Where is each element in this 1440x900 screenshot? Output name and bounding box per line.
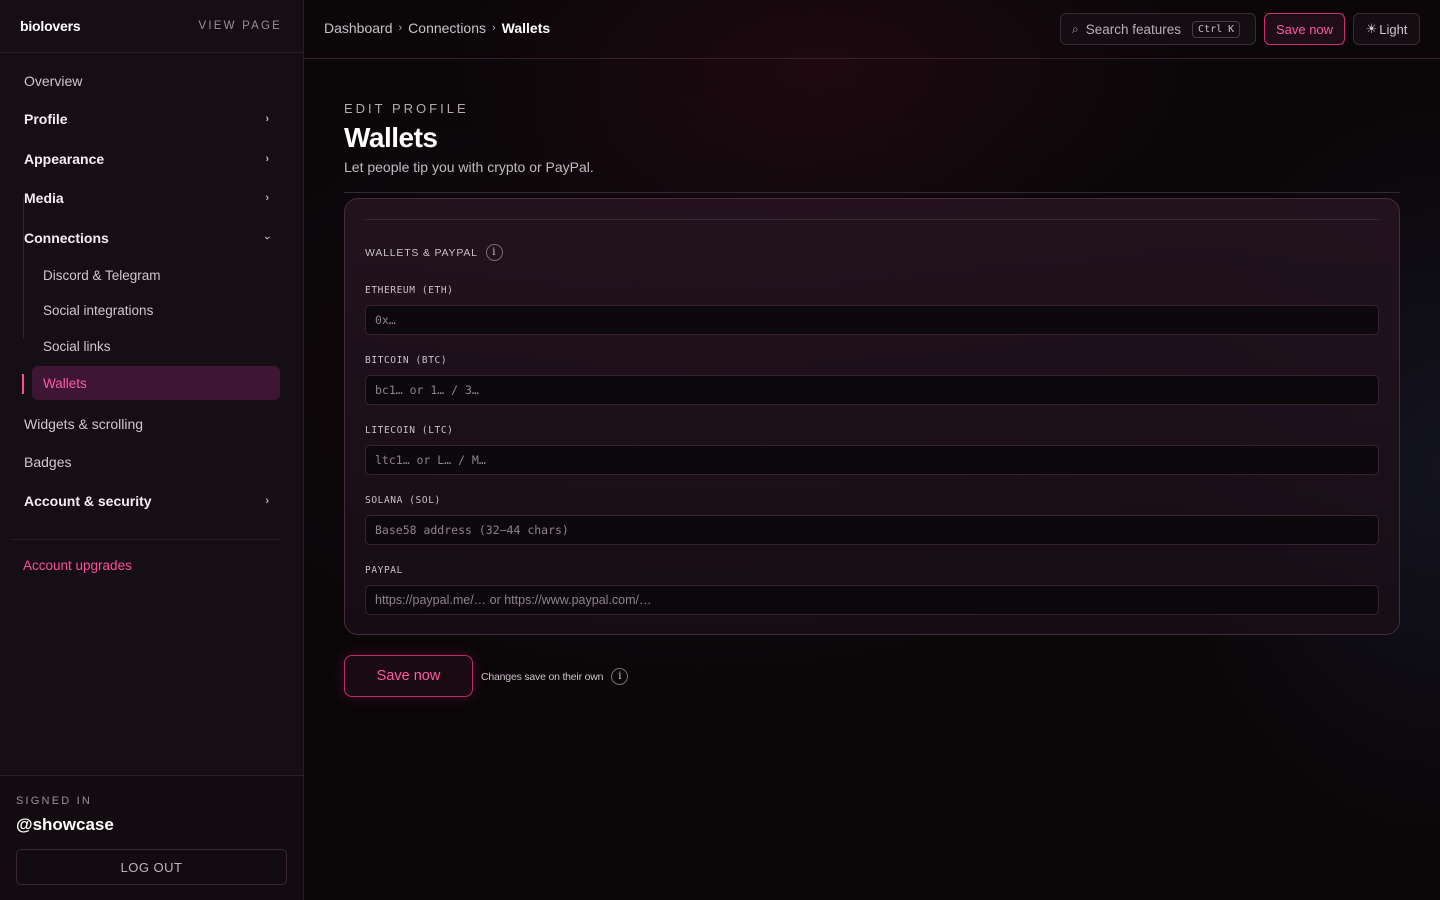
sidebar-footer: SIGNED IN @showcase LOG OUT <box>0 775 303 900</box>
breadcrumb-connections[interactable]: Connections <box>408 20 486 36</box>
info-icon[interactable]: i <box>485 244 503 261</box>
search-icon: ⌕ <box>1072 21 1079 36</box>
section-title: WALLETS & PAYPAL <box>365 246 478 259</box>
btc-label: BITCOIN (BTC) <box>365 355 448 366</box>
sidebar-item-account-security[interactable]: Account & security › <box>24 485 279 517</box>
paypal-url-input[interactable] <box>365 585 1379 615</box>
sidebar-item-label: Badges <box>24 454 72 470</box>
breadcrumb: Dashboard › Connections › Wallets <box>324 20 550 36</box>
search-label: Search features <box>1085 21 1182 37</box>
chevron-right-icon: › <box>265 153 269 165</box>
keyboard-shortcut-badge: Ctrl K <box>1192 20 1241 38</box>
chevron-right-icon: › <box>265 192 269 204</box>
eth-address-input[interactable] <box>365 305 1379 335</box>
save-now-button[interactable]: Save now <box>344 655 473 697</box>
header-divider <box>344 192 1400 193</box>
sidebar-subitem-label: Discord & Telegram <box>43 267 161 283</box>
ltc-label: LITECOIN (LTC) <box>365 425 454 436</box>
view-page-link[interactable]: VIEW PAGE <box>199 20 283 32</box>
wallets-card: WALLETS & PAYPAL i ETHEREUM (ETH) BITCOI… <box>344 198 1400 635</box>
sidebar-item-label: Profile <box>24 111 68 127</box>
sidebar-item-connections[interactable]: Connections › <box>24 222 279 254</box>
info-icon[interactable]: i <box>611 668 629 685</box>
page-title: Wallets <box>344 122 438 153</box>
sidebar-item-badges[interactable]: Badges <box>24 446 279 478</box>
sidebar-item-label: Widgets & scrolling <box>24 416 144 432</box>
sidebar-item-label: Overview <box>24 73 83 89</box>
autosave-note-text: Changes save on their own <box>481 670 604 683</box>
sidebar-subitem-social-integrations[interactable]: Social integrations <box>32 293 280 327</box>
active-indicator <box>22 374 24 394</box>
sidebar-item-media[interactable]: Media › <box>24 182 279 214</box>
logout-button[interactable]: LOG OUT <box>16 849 287 885</box>
chevron-right-icon: › <box>265 495 269 507</box>
sidebar-subitem-label: Social links <box>43 338 111 354</box>
sol-address-input[interactable] <box>365 515 1379 545</box>
sidebar-item-label: Account & security <box>24 493 152 509</box>
section-label: WALLETS & PAYPAL i <box>365 244 503 261</box>
breadcrumb-current: Wallets <box>501 20 551 36</box>
sidebar-item-label: Media <box>24 190 64 206</box>
sidebar-subitem-label: Social integrations <box>43 302 154 318</box>
page-eyebrow: EDIT PROFILE <box>344 101 469 116</box>
search-features-button[interactable]: ⌕ Search features Ctrl K <box>1060 13 1256 45</box>
sol-label: SOLANA (SOL) <box>365 495 441 506</box>
sidebar-subitem-social-links[interactable]: Social links <box>32 329 280 363</box>
sidebar-item-overview[interactable]: Overview <box>24 65 279 97</box>
sidebar-subitem-label: Wallets <box>43 375 87 391</box>
sidebar-item-appearance[interactable]: Appearance › <box>24 143 279 175</box>
sidebar-subitem-discord-telegram[interactable]: Discord & Telegram <box>32 258 280 292</box>
signed-in-label: SIGNED IN <box>16 795 93 807</box>
breadcrumb-separator-icon: › <box>398 22 403 34</box>
theme-toggle-button[interactable]: ☀ Light <box>1353 13 1420 45</box>
btc-address-input[interactable] <box>365 375 1379 405</box>
ltc-address-input[interactable] <box>365 445 1379 475</box>
breadcrumb-separator-icon: › <box>492 22 496 34</box>
account-upgrades-link[interactable]: Account upgrades <box>23 558 132 573</box>
eth-label: ETHEREUM (ETH) <box>365 285 454 296</box>
subnav-line <box>23 197 24 339</box>
breadcrumb-dashboard[interactable]: Dashboard <box>324 20 393 36</box>
paypal-label: PAYPAL <box>365 565 403 576</box>
sun-icon: ☀ <box>1365 21 1378 36</box>
header-save-button[interactable]: Save now <box>1264 13 1345 45</box>
sidebar-header: biolovers VIEW PAGE <box>0 0 303 53</box>
card-divider <box>365 219 1379 220</box>
sidebar-item-profile[interactable]: Profile › <box>24 103 279 135</box>
sidebar-item-label: Connections <box>24 230 109 246</box>
sidebar-item-widgets-scrolling[interactable]: Widgets & scrolling <box>24 408 279 440</box>
chevron-down-icon: › <box>261 236 274 240</box>
sidebar: biolovers VIEW PAGE Overview Profile › A… <box>0 0 304 900</box>
sidebar-divider <box>12 539 280 540</box>
theme-toggle-label: Light <box>1379 21 1408 37</box>
autosave-note: Changes save on their own i <box>481 668 629 685</box>
brand-logo[interactable]: biolovers <box>20 18 81 34</box>
top-bar: Dashboard › Connections › Wallets ⌕ Sear… <box>304 0 1440 59</box>
page-subtitle: Let people tip you with crypto or PayPal… <box>344 159 594 175</box>
sidebar-subitem-wallets[interactable]: Wallets <box>32 366 280 400</box>
chevron-right-icon: › <box>265 113 269 125</box>
user-handle: @showcase <box>16 815 114 834</box>
sidebar-item-label: Appearance <box>24 151 105 167</box>
